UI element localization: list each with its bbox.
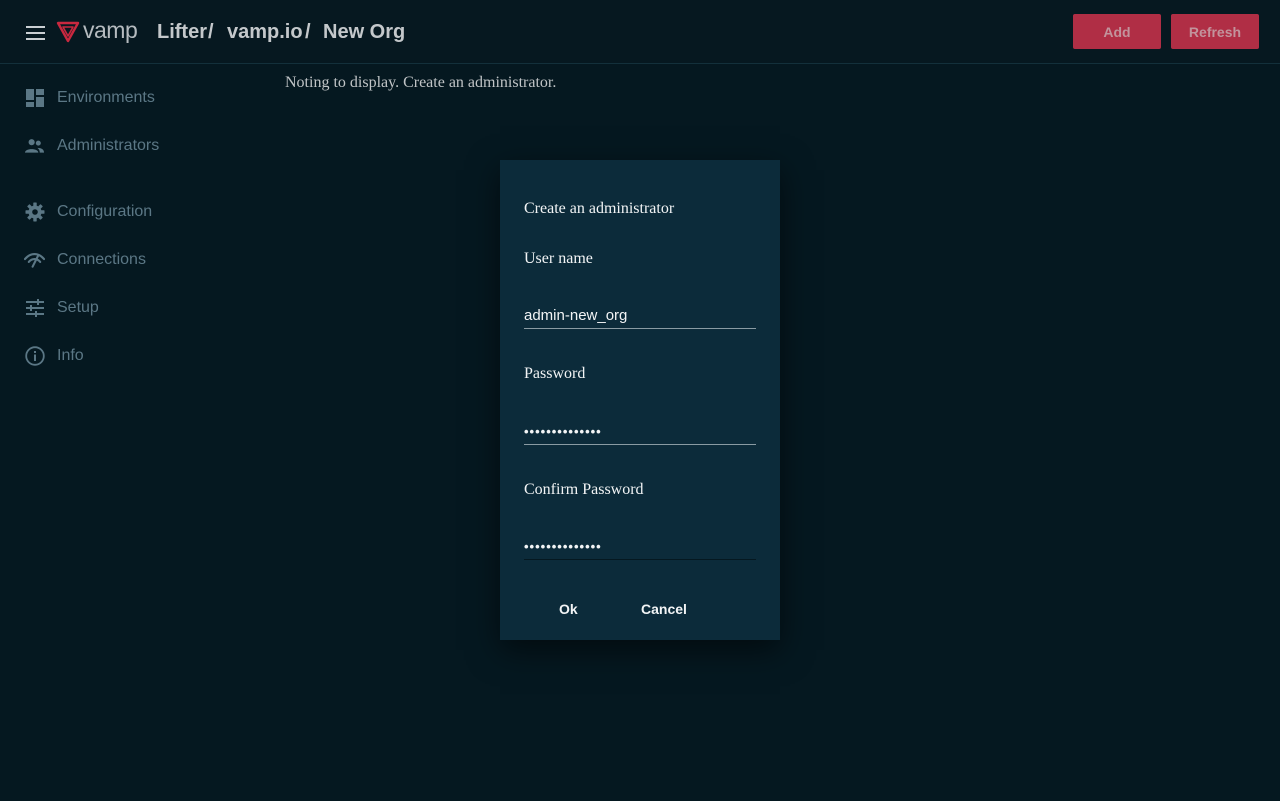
- top-bar: vamp Lifter / vamp.io / New Org Add Refr…: [0, 0, 1280, 64]
- sidebar-item-label: Administrators: [57, 137, 160, 154]
- sidebar-item-label: Connections: [57, 251, 146, 268]
- sidebar-item-configuration[interactable]: Configuration: [24, 200, 152, 224]
- password-input[interactable]: [524, 419, 756, 445]
- confirm-password-input[interactable]: [524, 534, 756, 560]
- hamburger-menu-icon[interactable]: [26, 26, 45, 40]
- sidebar-item-label: Environments: [57, 89, 155, 106]
- breadcrumb-vamp-io[interactable]: vamp.io: [227, 21, 303, 44]
- sidebar-item-administrators[interactable]: Administrators: [24, 134, 159, 158]
- username-label: User name: [524, 250, 593, 267]
- sidebar-item-label: Configuration: [57, 203, 153, 220]
- logo-text: vamp: [83, 17, 138, 43]
- info-icon: [24, 346, 45, 367]
- sliders-icon: [24, 298, 45, 319]
- vamp-logo-icon: [56, 21, 80, 43]
- breadcrumb-new-org[interactable]: New Org: [323, 21, 405, 44]
- dashboard-icon: [24, 88, 45, 109]
- username-input[interactable]: [524, 303, 756, 329]
- sidebar-item-setup[interactable]: Setup: [24, 296, 99, 320]
- people-icon: [24, 136, 45, 157]
- create-administrator-dialog: Create an administrator User name Passwo…: [500, 160, 780, 640]
- sidebar-item-environments[interactable]: Environments: [24, 86, 155, 110]
- sidebar-item-connections[interactable]: Connections: [24, 248, 146, 272]
- sidebar-item-info[interactable]: Info: [24, 344, 84, 368]
- signal-icon: [24, 250, 45, 271]
- password-label: Password: [524, 365, 586, 382]
- sidebar-item-label: Info: [57, 347, 84, 364]
- cancel-button[interactable]: Cancel: [633, 593, 695, 625]
- breadcrumb-separator: /: [208, 21, 214, 43]
- sidebar-item-label: Setup: [57, 299, 99, 316]
- breadcrumb-separator: /: [305, 21, 311, 43]
- add-button[interactable]: Add: [1073, 14, 1161, 49]
- breadcrumb-lifter[interactable]: Lifter: [157, 21, 207, 44]
- gear-icon: [24, 202, 45, 223]
- refresh-button[interactable]: Refresh: [1171, 14, 1259, 49]
- confirm-password-label: Confirm Password: [524, 481, 644, 498]
- dialog-title: Create an administrator: [524, 200, 675, 217]
- empty-state-message: Noting to display. Create an administrat…: [285, 74, 557, 91]
- ok-button[interactable]: Ok: [551, 593, 586, 625]
